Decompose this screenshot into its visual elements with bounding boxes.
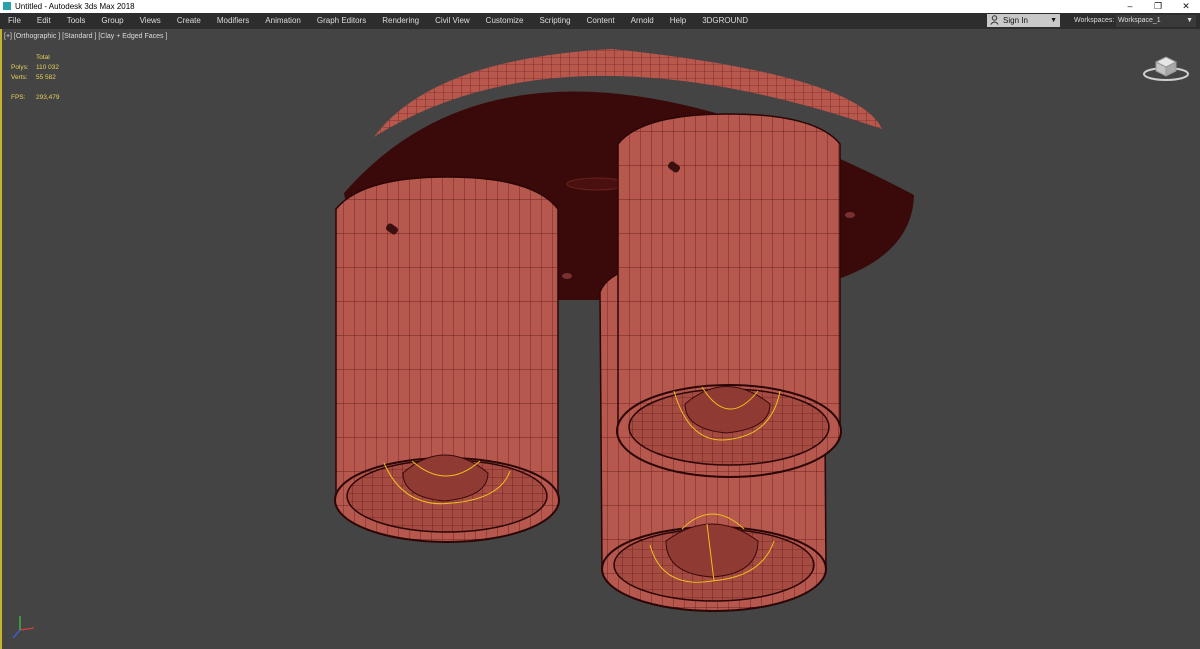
fps-label: FPS: [11,94,26,101]
menu-civil-view[interactable]: Civil View [427,13,478,29]
title-bar: Untitled - Autodesk 3ds Max 2018 – ❐ ✕ [0,0,1200,13]
menu-bar: File Edit Tools Group Views Create Modif… [0,13,1200,29]
menu-content[interactable]: Content [579,13,623,29]
workspace-select[interactable]: Workspace_1 ▼ [1116,15,1196,27]
menu-customize[interactable]: Customize [478,13,532,29]
menu-modifiers[interactable]: Modifiers [209,13,257,29]
menu-tools[interactable]: Tools [59,13,94,29]
menu-graph-editors[interactable]: Graph Editors [309,13,374,29]
axis-tripod-icon [12,616,35,639]
menu-help[interactable]: Help [662,13,694,29]
polys-label: Polys: [11,64,29,71]
workspaces-label: Workspaces: [1074,17,1115,24]
menu-group[interactable]: Group [93,13,131,29]
main-menu: File Edit Tools Group Views Create Modif… [0,13,756,29]
menu-edit[interactable]: Edit [29,13,59,29]
menu-arnold[interactable]: Arnold [623,13,662,29]
stats-header: Total [36,54,50,61]
menu-views[interactable]: Views [132,13,169,29]
polys-value: 110 032 [36,64,60,71]
viewport-statistics: Total Polys: 110 032 Verts: 55 582 FPS: 293… [11,53,60,103]
menu-file[interactable]: File [0,13,29,29]
cylinder-shade-right[interactable] [616,113,842,478]
fps-value: 293,479 [36,94,60,101]
sign-in-dropdown[interactable]: Sign In ▼ [987,14,1060,27]
minimize-button[interactable]: – [1116,0,1144,13]
menu-animation[interactable]: Animation [257,13,309,29]
menu-3dground[interactable]: 3DGROUND [694,13,756,29]
scene-canvas[interactable] [2,29,1200,649]
workspace-value: Workspace_1 [1118,17,1161,24]
viewcube-icon[interactable] [1138,52,1194,84]
window-controls: – ❐ ✕ [1116,0,1200,13]
restore-button[interactable]: ❐ [1144,0,1172,13]
cylinder-shade-left[interactable] [334,176,560,543]
chevron-down-icon: ▼ [1186,17,1193,24]
user-icon [990,15,999,25]
verts-label: Verts: [11,74,28,81]
app-icon [3,2,11,10]
viewport-label[interactable]: [+] [Orthographic ] [Standard ] [Clay + … [4,33,167,40]
close-button[interactable]: ✕ [1172,0,1200,13]
menu-scripting[interactable]: Scripting [531,13,578,29]
chevron-down-icon: ▼ [1050,17,1057,24]
menu-create[interactable]: Create [169,13,209,29]
sign-in-label: Sign In [1003,16,1028,25]
menu-rendering[interactable]: Rendering [374,13,427,29]
perspective-viewport[interactable]: [+] [Orthographic ] [Standard ] [Clay + … [0,29,1200,649]
window-title: Untitled - Autodesk 3ds Max 2018 [15,2,135,11]
verts-value: 55 582 [36,74,56,81]
